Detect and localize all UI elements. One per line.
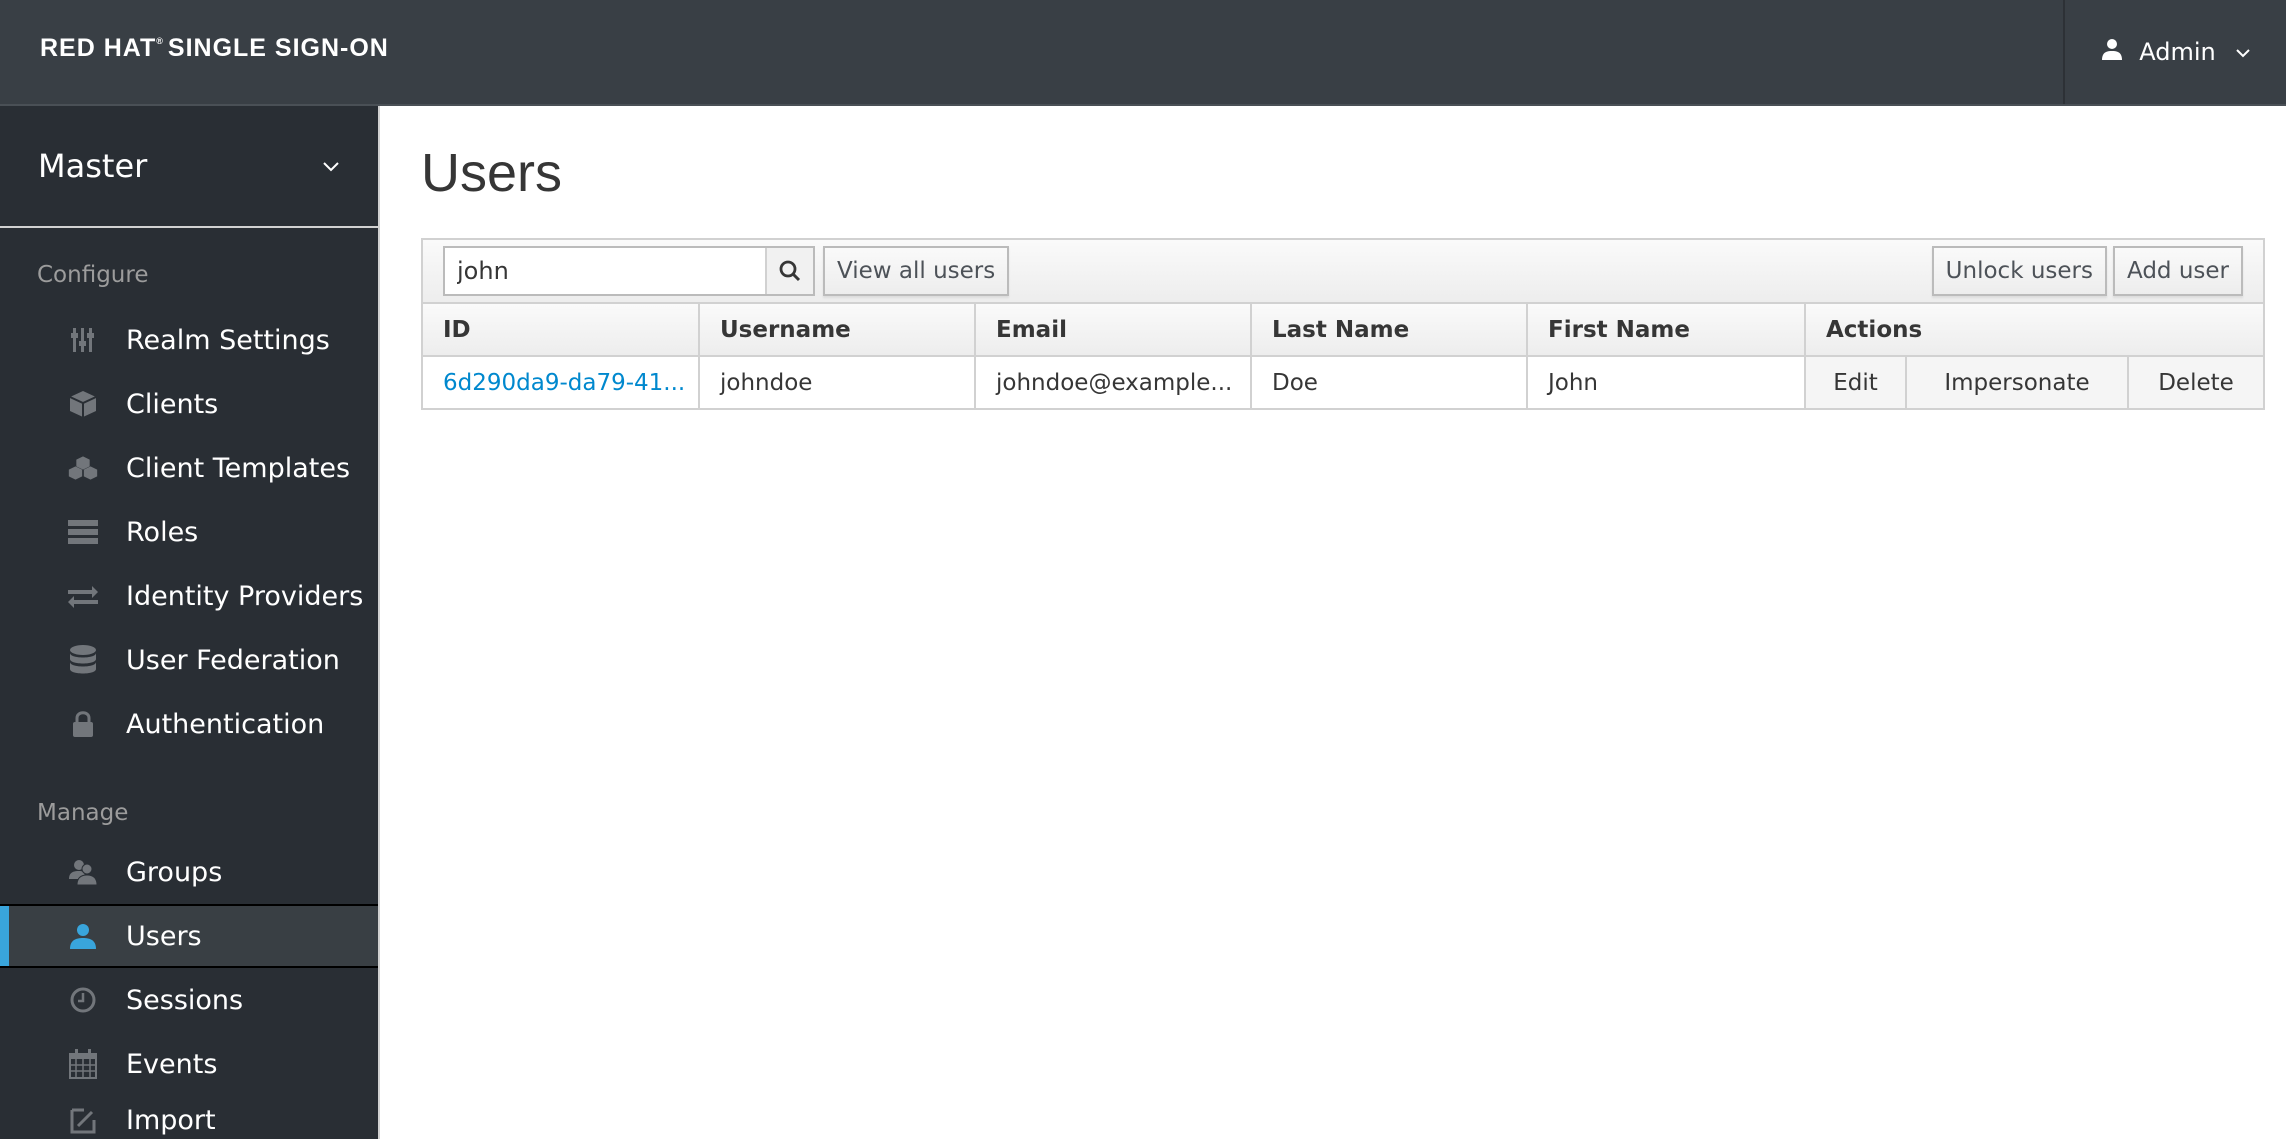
sidebar-item-label: Authentication [126, 708, 325, 740]
column-header-email[interactable]: Email [975, 304, 1252, 357]
cell-id: 6d290da9-da79-41... [423, 356, 700, 408]
top-navbar: RED HAT® SINGLE SIGN-ON Admin [0, 0, 2286, 106]
clock-icon [68, 985, 98, 1015]
user-menu-label: Admin [2139, 38, 2216, 66]
cell-first-name: John [1527, 356, 1806, 408]
user-icon [68, 921, 98, 951]
users-icon [68, 857, 98, 887]
brand-registered-mark: ® [156, 36, 164, 46]
section-manage: Manage [37, 800, 129, 826]
sidebar-item-label: Import [126, 1105, 216, 1136]
cubes-icon [68, 453, 98, 483]
brand-logo: RED HAT® SINGLE SIGN-ON [40, 34, 389, 63]
sidebar-item-realm-settings[interactable]: Realm Settings [0, 308, 378, 372]
calendar-icon [68, 1049, 98, 1079]
sidebar-item-identity-providers[interactable]: Identity Providers [0, 564, 378, 628]
cell-last-name: Doe [1251, 356, 1528, 408]
table-header-row: ID Username Email Last Name First Name A… [423, 304, 2263, 357]
brand-main: RED HAT [40, 34, 157, 62]
sidebar-item-roles[interactable]: Roles [0, 500, 378, 564]
users-table: ID Username Email Last Name First Name A… [423, 304, 2263, 408]
column-header-id[interactable]: ID [423, 304, 700, 357]
brand-product: SINGLE SIGN-ON [167, 34, 389, 62]
add-user-button[interactable]: Add user [2112, 246, 2243, 296]
search-group [443, 246, 815, 296]
sidebar-item-label: Clients [126, 388, 219, 420]
column-header-actions: Actions [1805, 304, 2263, 357]
sidebar-item-label: Client Templates [126, 452, 351, 484]
sidebar-item-label: Realm Settings [126, 324, 330, 356]
sidebar-item-sessions[interactable]: Sessions [0, 968, 378, 1032]
view-all-users-button[interactable]: View all users [823, 246, 1010, 296]
table-toolbar: View all users Unlock users Add user [423, 240, 2263, 304]
sidebar: Master Configure Realm Settings Clients … [0, 106, 380, 1139]
unlock-users-button[interactable]: Unlock users [1931, 246, 2107, 296]
chevron-down-icon [2236, 43, 2250, 62]
search-icon [779, 260, 801, 282]
sidebar-item-label: Sessions [126, 984, 244, 1016]
sidebar-item-label: Roles [126, 516, 199, 548]
server-icon [68, 517, 98, 547]
sidebar-item-clients[interactable]: Clients [0, 372, 378, 436]
sidebar-item-label: User Federation [126, 644, 340, 676]
sidebar-item-groups[interactable]: Groups [0, 840, 378, 904]
edit-button[interactable]: Edit [1805, 356, 1907, 408]
impersonate-button[interactable]: Impersonate [1906, 356, 2129, 408]
page-title: Users [421, 143, 563, 203]
sidebar-item-users[interactable]: Users [0, 904, 378, 968]
delete-button[interactable]: Delete [2128, 356, 2263, 408]
cell-email: johndoe@example... [975, 356, 1252, 408]
column-header-last-name[interactable]: Last Name [1251, 304, 1528, 357]
users-table-panel: View all users Unlock users Add user ID … [421, 238, 2265, 410]
exchange-icon [68, 581, 98, 611]
column-header-username[interactable]: Username [699, 304, 976, 357]
user-menu-dropdown[interactable]: Admin [2063, 0, 2286, 104]
user-icon [2101, 38, 2123, 66]
sidebar-item-user-federation[interactable]: User Federation [0, 628, 378, 692]
sidebar-item-client-templates[interactable]: Client Templates [0, 436, 378, 500]
main-content: Users View all users Unlock users Add us… [382, 106, 2286, 1139]
sidebar-item-label: Events [126, 1048, 218, 1080]
database-icon [68, 645, 98, 675]
section-configure: Configure [37, 262, 149, 288]
sidebar-item-label: Groups [126, 856, 223, 888]
search-button[interactable] [765, 248, 813, 294]
sidebar-item-label: Identity Providers [126, 580, 364, 612]
realm-name: Master [38, 147, 148, 185]
search-input[interactable] [445, 248, 765, 294]
lock-icon [68, 709, 98, 739]
cube-icon [68, 389, 98, 419]
cell-username: johndoe [699, 356, 976, 408]
realm-selector[interactable]: Master [0, 106, 378, 228]
column-header-first-name[interactable]: First Name [1527, 304, 1806, 357]
sliders-icon [68, 325, 98, 355]
sidebar-item-events[interactable]: Events [0, 1032, 378, 1096]
sidebar-item-label: Users [126, 920, 202, 952]
chevron-down-icon [323, 162, 339, 172]
import-icon [68, 1106, 98, 1136]
table-row: 6d290da9-da79-41... johndoe johndoe@exam… [423, 356, 2263, 408]
sidebar-item-authentication[interactable]: Authentication [0, 692, 378, 756]
user-id-link[interactable]: 6d290da9-da79-41... [443, 370, 685, 396]
sidebar-item-import[interactable]: Import [0, 1096, 378, 1136]
